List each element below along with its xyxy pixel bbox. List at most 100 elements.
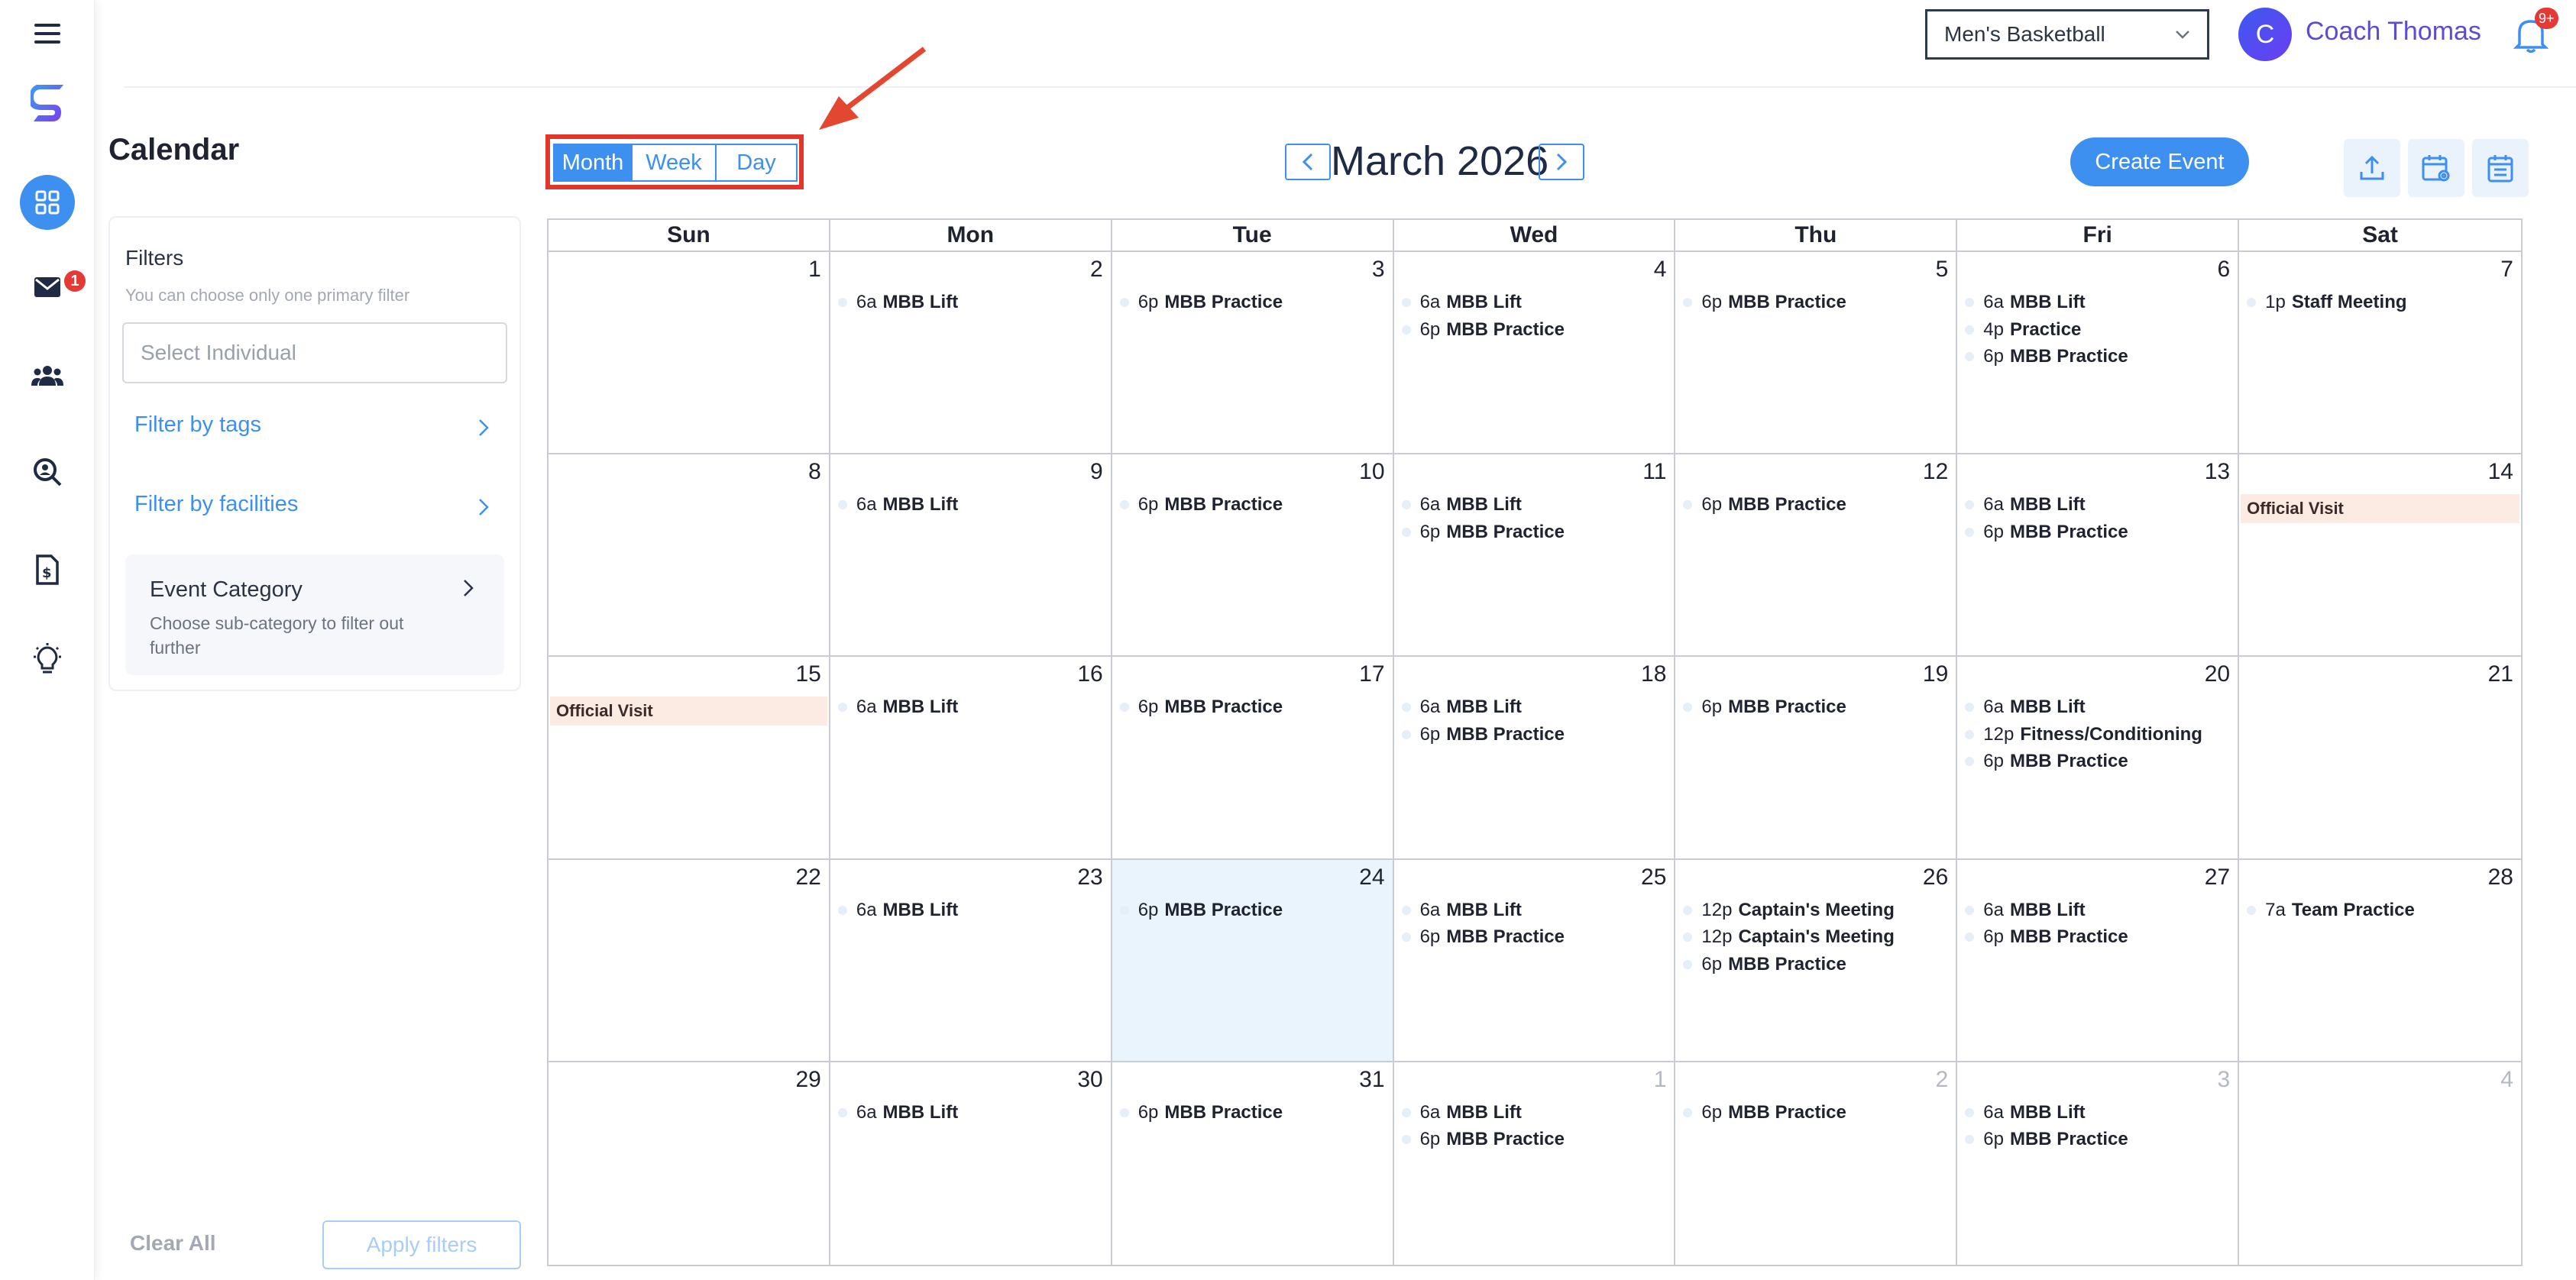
event-category-card[interactable]: Event Category Choose sub-category to fi… xyxy=(125,554,504,675)
team-icon[interactable] xyxy=(17,345,78,406)
calendar-day-cell[interactable]: 13 6a MBB Lift 6p MBB Practice xyxy=(1957,454,2240,658)
calendar-event[interactable]: 6p MBB Practice xyxy=(1683,1102,1846,1123)
calendar-day-cell[interactable]: 10 6p MBB Practice xyxy=(1112,454,1394,658)
calendar-day-cell[interactable]: 12 6p MBB Practice xyxy=(1675,454,1958,658)
chevron-right-icon[interactable] xyxy=(475,496,492,518)
calendar-event[interactable]: 6p MBB Practice xyxy=(1683,494,1846,516)
calendar-event[interactable]: 6a MBB Lift xyxy=(837,292,958,313)
calendar-event[interactable]: 6p MBB Practice xyxy=(1401,319,1565,341)
calendar-event[interactable]: 6a MBB Lift xyxy=(1401,900,1522,921)
calendar-day-cell[interactable]: 7 1p Staff Meeting xyxy=(2239,252,2521,455)
calendar-event[interactable]: 6p MBB Practice xyxy=(1401,1129,1565,1150)
calendar-event[interactable]: 6a MBB Lift xyxy=(1965,900,2086,921)
calendar-event[interactable]: 6p MBB Practice xyxy=(1119,697,1283,718)
filter-by-tags-link[interactable]: Filter by tags xyxy=(134,412,261,438)
calendar-event[interactable]: 6p MBB Practice xyxy=(1401,522,1565,543)
calendar-event[interactable]: 12p Captain's Meeting xyxy=(1683,900,1895,921)
calendar-day-cell[interactable]: 31 6p MBB Practice xyxy=(1112,1062,1394,1265)
calendar-day-cell[interactable]: 29 xyxy=(549,1062,830,1265)
calendar-event[interactable]: 6p MBB Practice xyxy=(1119,900,1283,921)
create-event-button[interactable]: Create Event xyxy=(2070,137,2249,186)
calendar-event[interactable]: 6a MBB Lift xyxy=(1401,292,1522,313)
calendar-event[interactable]: 6a MBB Lift xyxy=(837,900,958,921)
user-name[interactable]: Coach Thomas xyxy=(2306,17,2481,47)
calendar-day-cell[interactable]: 15 Official Visit xyxy=(549,657,830,860)
calendar-day-cell[interactable]: 3 6a MBB Lift 6p MBB Practice xyxy=(1957,1062,2240,1265)
calendar-day-cell[interactable]: 4 6a MBB Lift 6p MBB Practice xyxy=(1393,252,1676,455)
calendar-event[interactable]: 12p Fitness/Conditioning xyxy=(1965,724,2202,745)
calendar-day-cell[interactable]: 21 xyxy=(2239,657,2521,860)
calendar-event[interactable]: 7a Team Practice xyxy=(2247,900,2415,921)
calendar-event[interactable]: 6p MBB Practice xyxy=(1119,292,1283,313)
calendar-event[interactable]: 6a MBB Lift xyxy=(837,1102,958,1123)
calendar-event[interactable]: 6p MBB Practice xyxy=(1965,522,2128,543)
menu-icon[interactable] xyxy=(17,3,78,64)
calendar-day-cell[interactable]: 26 12p Captain's Meeting 12p Captain's Meeti… xyxy=(1675,859,1958,1062)
next-month-button[interactable] xyxy=(1539,144,1584,180)
calendar-day-cell[interactable]: 27 6a MBB Lift 6p MBB Practice xyxy=(1957,859,2240,1062)
calendar-day-cell[interactable]: 9 6a MBB Lift xyxy=(830,454,1112,658)
clear-all-button[interactable]: Clear All xyxy=(130,1231,216,1256)
calendar-event[interactable]: 6p MBB Practice xyxy=(1965,1129,2128,1150)
calendar-day-cell[interactable]: 25 6a MBB Lift 6p MBB Practice xyxy=(1393,859,1676,1062)
all-day-event-banner[interactable]: Official Visit xyxy=(550,697,827,726)
calendar-day-cell[interactable]: 2 6a MBB Lift xyxy=(830,252,1112,455)
calendar-event[interactable]: 6p MBB Practice xyxy=(1965,926,2128,948)
calendar-list-button[interactable] xyxy=(2472,139,2529,197)
calendar-event[interactable]: 6a MBB Lift xyxy=(1401,1102,1522,1123)
calendar-day-cell[interactable]: 24 6p MBB Practice xyxy=(1112,859,1394,1062)
calendar-event[interactable]: 6p MBB Practice xyxy=(1965,346,2128,367)
calendar-settings-button[interactable] xyxy=(2408,139,2464,197)
search-person-icon[interactable] xyxy=(17,441,78,503)
calendar-day-cell[interactable]: 3 6p MBB Practice xyxy=(1112,252,1394,455)
lightbulb-icon[interactable] xyxy=(17,629,78,690)
filter-by-facilities-link[interactable]: Filter by facilities xyxy=(134,492,298,517)
calendar-day-cell[interactable]: 8 xyxy=(549,454,830,658)
calendar-event[interactable]: 6p MBB Practice xyxy=(1965,751,2128,772)
document-icon[interactable]: $ xyxy=(17,539,78,600)
all-day-event-banner[interactable]: Official Visit xyxy=(2241,494,2519,524)
calendar-event[interactable]: 6a MBB Lift xyxy=(1965,1102,2086,1123)
calendar-event[interactable]: 6p MBB Practice xyxy=(1401,724,1565,745)
calendar-day-cell[interactable]: 18 6a MBB Lift 6p MBB Practice xyxy=(1393,657,1676,860)
calendar-event[interactable]: 6a MBB Lift xyxy=(837,697,958,718)
export-button[interactable] xyxy=(2344,139,2400,197)
calendar-event[interactable]: 6a MBB Lift xyxy=(1965,494,2086,516)
calendar-event[interactable]: 6p MBB Practice xyxy=(1683,697,1846,718)
calendar-day-cell[interactable]: 28 7a Team Practice xyxy=(2239,860,2521,1062)
calendar-event[interactable]: 12p Captain's Meeting xyxy=(1683,926,1895,948)
calendar-event[interactable]: 6a MBB Lift xyxy=(1401,494,1522,516)
calendar-event[interactable]: 6p MBB Practice xyxy=(1119,1102,1283,1123)
calendar-event[interactable]: 6p MBB Practice xyxy=(1401,926,1565,948)
calendar-day-cell[interactable]: 22 xyxy=(549,859,830,1062)
calendar-day-cell[interactable]: 1 6a MBB Lift 6p MBB Practice xyxy=(1394,1062,1676,1265)
calendar-day-cell[interactable]: 19 6p MBB Practice xyxy=(1675,657,1958,860)
prev-month-button[interactable] xyxy=(1285,144,1331,180)
calendar-event[interactable]: 6a MBB Lift xyxy=(1401,697,1522,718)
calendar-event[interactable]: 4p Practice xyxy=(1965,319,2081,341)
team-select[interactable]: Men's Basketball xyxy=(1925,9,2209,60)
calendar-day-cell[interactable]: 1 xyxy=(549,252,830,455)
calendar-day-cell[interactable]: 23 6a MBB Lift xyxy=(830,859,1112,1062)
calendar-day-cell[interactable]: 14 Official Visit xyxy=(2239,454,2521,658)
calendar-day-cell[interactable]: 20 6a MBB Lift 12p Fitness/Conditioning 6p MBB… xyxy=(1957,657,2240,860)
calendar-day-cell[interactable]: 4 xyxy=(2239,1062,2521,1265)
apply-filters-button[interactable]: Apply filters xyxy=(322,1220,521,1269)
calendar-event[interactable]: 6p MBB Practice xyxy=(1683,292,1846,313)
chevron-right-icon[interactable] xyxy=(475,417,492,438)
select-individual-input[interactable]: Select Individual xyxy=(122,322,507,383)
calendar-event[interactable]: 6a MBB Lift xyxy=(837,494,958,516)
calendar-event[interactable]: 6a MBB Lift xyxy=(1965,292,2086,313)
avatar[interactable]: C xyxy=(2238,8,2292,61)
calendar-day-cell[interactable]: 17 6p MBB Practice xyxy=(1112,657,1394,860)
logo-icon[interactable] xyxy=(17,75,78,136)
calendar-event[interactable]: 6a MBB Lift xyxy=(1965,697,2086,718)
calendar-day-cell[interactable]: 5 6p MBB Practice xyxy=(1675,252,1958,455)
dashboard-icon[interactable] xyxy=(17,172,78,233)
calendar-event[interactable]: 6p MBB Practice xyxy=(1119,494,1283,516)
calendar-day-cell[interactable]: 16 6a MBB Lift xyxy=(830,657,1112,860)
calendar-event[interactable]: 1p Staff Meeting xyxy=(2247,292,2407,313)
calendar-event[interactable]: 6p MBB Practice xyxy=(1683,954,1846,975)
calendar-day-cell[interactable]: 30 6a MBB Lift xyxy=(830,1062,1112,1265)
calendar-day-cell[interactable]: 2 6p MBB Practice xyxy=(1675,1062,1958,1265)
